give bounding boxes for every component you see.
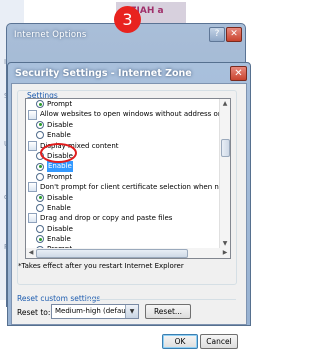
dialog-client-area: Settings Prompt Allow websites to open wi… bbox=[11, 83, 247, 349]
setting-label: Disable bbox=[47, 224, 73, 233]
setting-label: Drag and drop or copy and paste files bbox=[40, 214, 173, 223]
setting-label: Allow websites to open windows without a… bbox=[40, 110, 219, 119]
radio-button-icon[interactable] bbox=[36, 204, 44, 213]
reset-button[interactable]: Reset... bbox=[145, 304, 191, 319]
ok-button[interactable]: OK bbox=[162, 334, 198, 349]
dialog-close-button[interactable]: ✕ bbox=[230, 66, 247, 81]
settings-list-content: Prompt Allow websites to open windows wit… bbox=[26, 99, 219, 249]
cancel-button[interactable]: Cancel bbox=[200, 334, 238, 349]
restart-note: *Takes effect after you restart Internet… bbox=[18, 262, 184, 270]
setting-page-icon bbox=[28, 182, 37, 193]
radio-button-icon[interactable] bbox=[36, 162, 44, 171]
setting-label: Disable bbox=[47, 193, 73, 202]
dialog-title: Security Settings - Internet Zone bbox=[15, 68, 192, 79]
settings-option[interactable]: Disable bbox=[26, 193, 219, 203]
internet-options-window: Internet Options ? ✕ Security Settings -… bbox=[6, 23, 251, 349]
radio-button-icon[interactable] bbox=[36, 224, 44, 233]
radio-button-icon[interactable] bbox=[36, 172, 44, 181]
setting-page-icon bbox=[28, 109, 37, 120]
setting-page-icon bbox=[28, 140, 37, 151]
settings-option[interactable]: Enable bbox=[26, 234, 219, 244]
setting-label: Don't prompt for client certificate sele… bbox=[40, 183, 219, 192]
security-settings-dialog: Security Settings - Internet Zone ✕ Sett… bbox=[7, 62, 251, 349]
vertical-scroll-thumb[interactable] bbox=[221, 139, 230, 157]
radio-button-icon[interactable] bbox=[36, 235, 44, 244]
scroll-right-arrow-icon[interactable]: ▶ bbox=[220, 248, 230, 258]
setting-label: Prompt bbox=[47, 100, 73, 108]
radio-button-icon[interactable] bbox=[36, 193, 44, 202]
setting-label: Enable bbox=[47, 131, 71, 140]
settings-category: Don't prompt for client certificate sele… bbox=[26, 182, 219, 193]
scroll-left-arrow-icon[interactable]: ◀ bbox=[26, 248, 36, 258]
setting-label: Disable bbox=[47, 120, 73, 129]
horizontal-scrollbar[interactable]: ◀ ▶ bbox=[25, 248, 231, 259]
radio-button-icon[interactable] bbox=[36, 131, 44, 140]
setting-label: Prompt bbox=[47, 172, 73, 181]
outer-window-controls: ? ✕ bbox=[209, 27, 242, 42]
settings-option[interactable]: Disable bbox=[26, 224, 219, 234]
help-button[interactable]: ? bbox=[209, 27, 225, 42]
settings-option[interactable]: Enable bbox=[26, 203, 219, 213]
settings-category: Drag and drop or copy and paste files bbox=[26, 213, 219, 224]
setting-page-icon bbox=[28, 213, 37, 224]
settings-list[interactable]: Prompt Allow websites to open windows wit… bbox=[25, 98, 231, 250]
reset-level-value: Medium-high (default) bbox=[55, 307, 134, 315]
settings-option[interactable]: Prompt bbox=[26, 99, 219, 109]
step-number-badge: 3 bbox=[114, 6, 141, 33]
settings-option[interactable]: Disable bbox=[26, 120, 219, 130]
outer-close-button[interactable]: ✕ bbox=[226, 27, 242, 42]
reset-to-label: Reset to: bbox=[17, 308, 51, 317]
settings-option[interactable]: Prompt bbox=[26, 172, 219, 182]
settings-option[interactable]: Enable bbox=[26, 130, 219, 140]
vertical-scrollbar[interactable]: ▲ ▼ bbox=[219, 99, 230, 249]
outer-window-title: Internet Options bbox=[14, 30, 87, 40]
chevron-down-icon[interactable]: ▼ bbox=[125, 305, 138, 318]
scroll-up-arrow-icon[interactable]: ▲ bbox=[220, 99, 230, 109]
highlight-circle bbox=[40, 143, 77, 163]
radio-button-icon[interactable] bbox=[36, 120, 44, 129]
horizontal-scroll-thumb[interactable] bbox=[36, 249, 188, 258]
settings-category: Allow websites to open windows without a… bbox=[26, 109, 219, 120]
reset-level-select[interactable]: Medium-high (default) ▼ bbox=[51, 304, 139, 319]
setting-label: Enable bbox=[47, 235, 71, 244]
setting-label: Enable bbox=[47, 203, 71, 212]
radio-button-icon[interactable] bbox=[36, 100, 44, 109]
